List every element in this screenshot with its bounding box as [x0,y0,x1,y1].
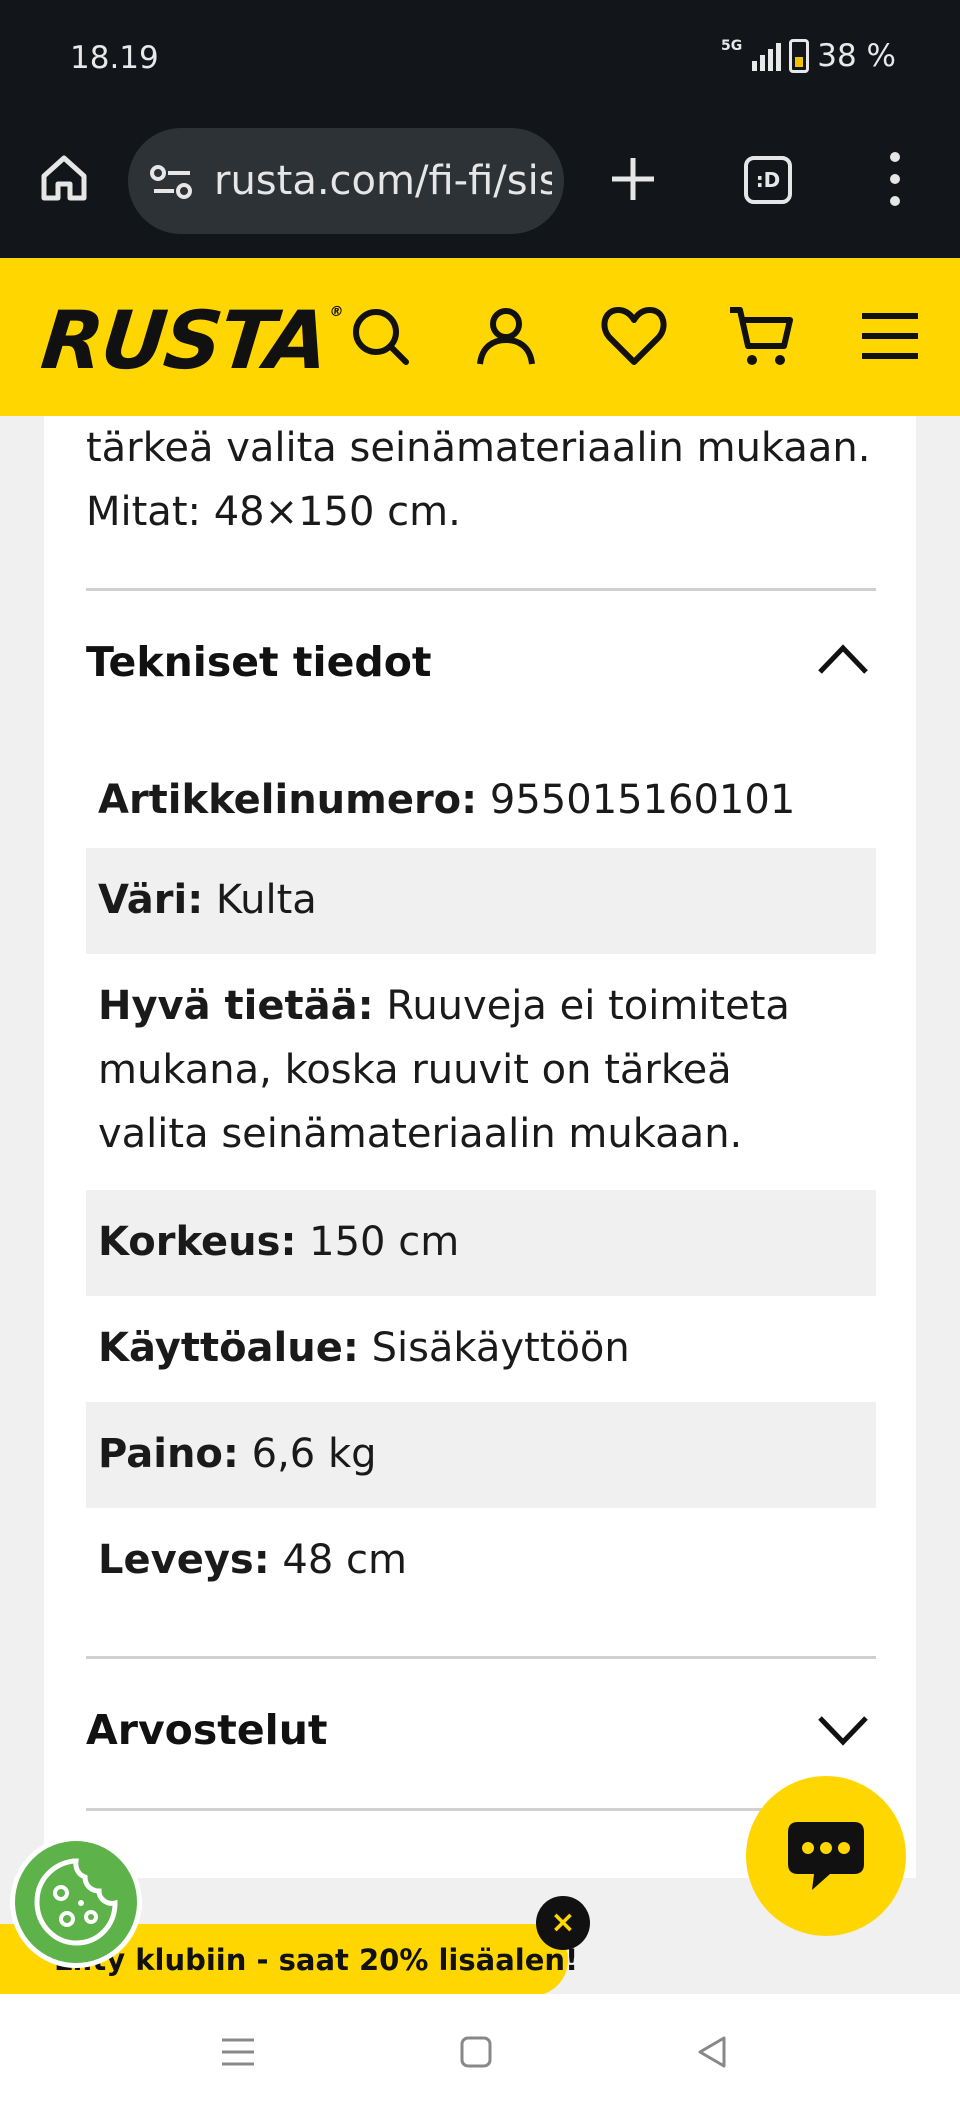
spec-label: Paino: [98,1431,239,1477]
search-icon[interactable] [346,302,414,370]
new-tab-icon[interactable] [608,154,658,204]
more-options-icon[interactable] [888,152,902,206]
account-icon[interactable] [472,302,540,370]
spec-row-usage-area: Käyttöalue: Sisäkäyttöön [86,1296,876,1402]
chat-button[interactable] [746,1776,906,1936]
spec-row-width: Leveys: 48 cm [86,1508,876,1614]
signal-icon [752,41,782,71]
spec-value: Kulta [215,877,317,923]
reviews-section-title[interactable]: Arvostelut [86,1706,328,1754]
spec-label: Artikkelinumero: [98,777,478,823]
address-bar[interactable]: rusta.com/fi-fi/sis [128,128,564,234]
divider [86,1656,876,1659]
battery-level: 38 % [817,38,896,74]
menu-icon[interactable] [856,302,924,370]
spec-label: Hyvä tietää: [98,983,374,1029]
spec-row-height: Korkeus: 150 cm [86,1190,876,1296]
site-settings-icon[interactable] [150,164,194,200]
product-details-card: tärkeä valita seinämateriaalin mukaan. M… [44,416,916,1878]
chevron-down-icon[interactable] [816,1714,870,1748]
network-type: 5G [721,38,743,54]
spec-label: Korkeus: [98,1219,297,1265]
divider [86,588,876,591]
spec-value: 48 cm [282,1537,407,1583]
spec-row-weight: Paino: 6,6 kg [86,1402,876,1508]
rusta-logo[interactable]: RUSTA® [37,294,343,387]
spec-label: Käyttöalue: [98,1325,359,1371]
back-icon[interactable] [690,2030,734,2074]
spec-row-good-to-know: Hyvä tietää: Ruuveja ei toimiteta mukana… [86,954,876,1190]
home-icon[interactable] [38,152,90,204]
chat-icon [788,1822,864,1890]
site-header: RUSTA® [0,258,960,416]
status-time: 18.19 [70,40,159,76]
product-description-text: tärkeä valita seinämateriaalin mukaan. M… [86,425,871,535]
url-text[interactable]: rusta.com/fi-fi/sis [214,158,552,204]
battery-icon [789,39,810,73]
chevron-up-icon[interactable] [816,642,870,676]
cookie-settings-button[interactable] [10,1836,142,1968]
spec-row-color: Väri: Kulta [86,848,876,954]
status-indicators: 5G 38 % [721,38,896,74]
cart-icon[interactable] [728,302,796,370]
tab-switcher-button[interactable]: :D [744,156,792,204]
spec-value: Sisäkäyttöön [371,1325,630,1371]
system-nav-bar [0,1994,960,2112]
promo-close-button[interactable]: × [536,1896,590,1950]
heart-icon[interactable] [600,302,668,370]
specs-section-title[interactable]: Tekniset tiedot [86,638,432,686]
status-bar: 18.19 5G 38 % [0,0,960,118]
spec-value: 150 cm [309,1219,460,1265]
spec-label: Väri: [98,877,204,923]
recent-apps-icon[interactable] [216,2030,260,2074]
registered-mark: ® [328,304,343,320]
spec-row-article-number: Artikkelinumero: 955015160101 [86,752,876,848]
logo-text: RUSTA [37,294,332,387]
spec-value: 6,6 kg [251,1431,377,1477]
spec-value: 955015160101 [489,777,796,823]
browser-toolbar: rusta.com/fi-fi/sis :D [0,118,960,258]
spec-label: Leveys: [98,1537,270,1583]
home-nav-icon[interactable] [454,2030,498,2074]
cookie-icon [34,1858,118,1946]
